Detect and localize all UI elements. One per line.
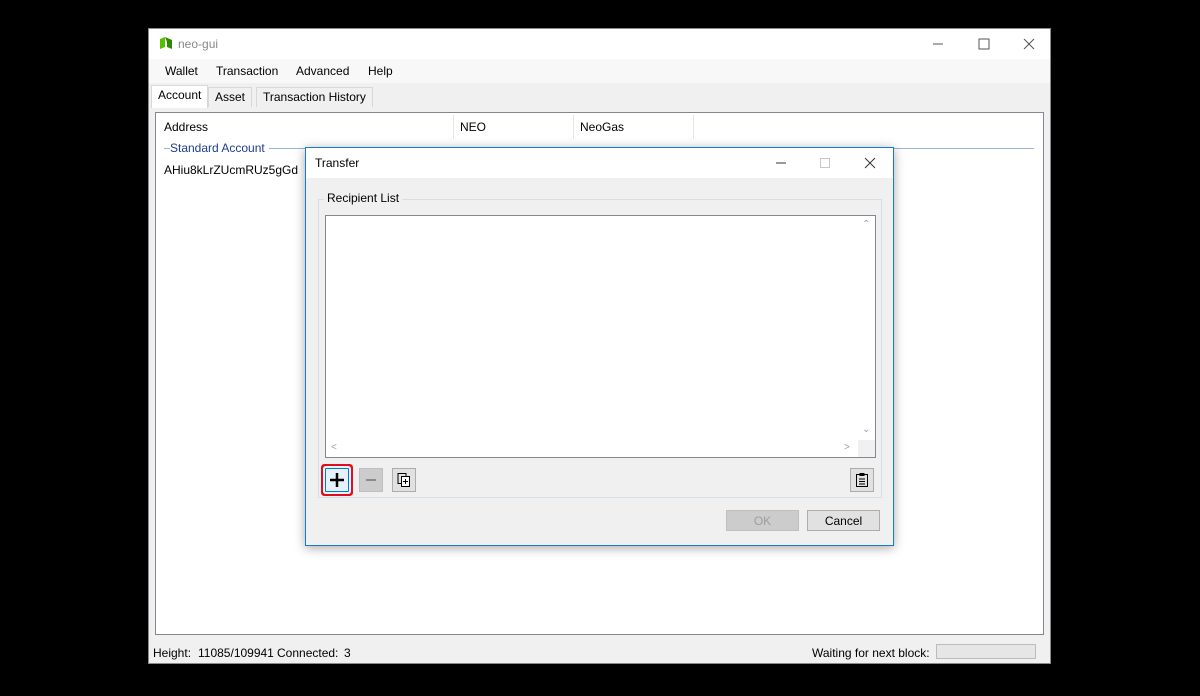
connected-value: 3 <box>344 646 351 660</box>
duplicate-recipient-button[interactable] <box>392 468 416 492</box>
scroll-up-icon[interactable]: ⌃ <box>862 219 870 230</box>
dialog-close-button[interactable] <box>847 148 891 178</box>
recipient-list-group: Recipient List ⌃ ⌄ < > <box>318 191 882 498</box>
height-label: Height: <box>153 646 192 660</box>
waiting-label: Waiting for next block: <box>812 646 930 660</box>
column-neo[interactable]: NEO <box>454 115 574 139</box>
tab-account[interactable]: Account <box>151 85 209 108</box>
horizontal-scrollbar[interactable]: < > <box>326 440 859 457</box>
transfer-dialog: Transfer Recipient List ⌃ ⌄ < > OK Cance… <box>305 147 894 546</box>
dialog-minimize-button[interactable] <box>758 148 802 178</box>
maximize-button[interactable] <box>961 29 1007 59</box>
cancel-button[interactable]: Cancel <box>807 510 880 531</box>
main-titlebar: neo-gui <box>149 29 1050 59</box>
add-recipient-button[interactable] <box>325 468 349 492</box>
scroll-left-icon[interactable]: < <box>331 442 337 453</box>
paste-recipients-button[interactable] <box>850 468 874 492</box>
recipient-list[interactable]: ⌃ ⌄ < > <box>325 215 876 458</box>
scroll-right-icon[interactable]: > <box>844 442 850 453</box>
minimize-button[interactable] <box>915 29 961 59</box>
dialog-titlebar: Transfer <box>306 148 893 178</box>
block-progress-bar <box>936 644 1036 659</box>
group-label: Standard Account <box>170 141 269 155</box>
column-neogas[interactable]: NeoGas <box>574 115 694 139</box>
status-bar: Height: 11085/109941 Connected: 3 Waitin… <box>149 641 1050 663</box>
window-title: neo-gui <box>178 37 219 51</box>
tab-transaction-history[interactable]: Transaction History <box>256 87 373 107</box>
neo-logo-icon <box>159 36 173 50</box>
menu-wallet[interactable]: Wallet <box>165 64 198 78</box>
connected-label: Connected: <box>277 646 339 660</box>
scroll-corner <box>858 440 875 457</box>
dialog-maximize-button[interactable] <box>802 148 846 178</box>
ok-button[interactable]: OK <box>726 510 799 531</box>
close-button[interactable] <box>1006 29 1052 59</box>
recipient-list-label: Recipient List <box>324 191 403 205</box>
menu-transaction[interactable]: Transaction <box>216 64 278 78</box>
scroll-down-icon[interactable]: ⌄ <box>862 424 870 435</box>
vertical-scrollbar[interactable]: ⌃ ⌄ <box>858 216 875 440</box>
menu-help[interactable]: Help <box>368 64 393 78</box>
column-address[interactable]: Address <box>158 115 454 139</box>
menu-bar: Wallet Transaction Advanced Help <box>149 59 1050 83</box>
dialog-title: Transfer <box>315 156 360 170</box>
tab-asset[interactable]: Asset <box>208 87 253 107</box>
menu-advanced[interactable]: Advanced <box>296 64 349 78</box>
account-address[interactable]: AHiu8kLrZUcmRUz5gGd <box>164 163 298 177</box>
remove-recipient-button[interactable] <box>359 468 383 492</box>
height-value: 11085/109941 <box>198 646 274 660</box>
tab-strip: Account Asset Transaction History <box>149 84 1050 108</box>
